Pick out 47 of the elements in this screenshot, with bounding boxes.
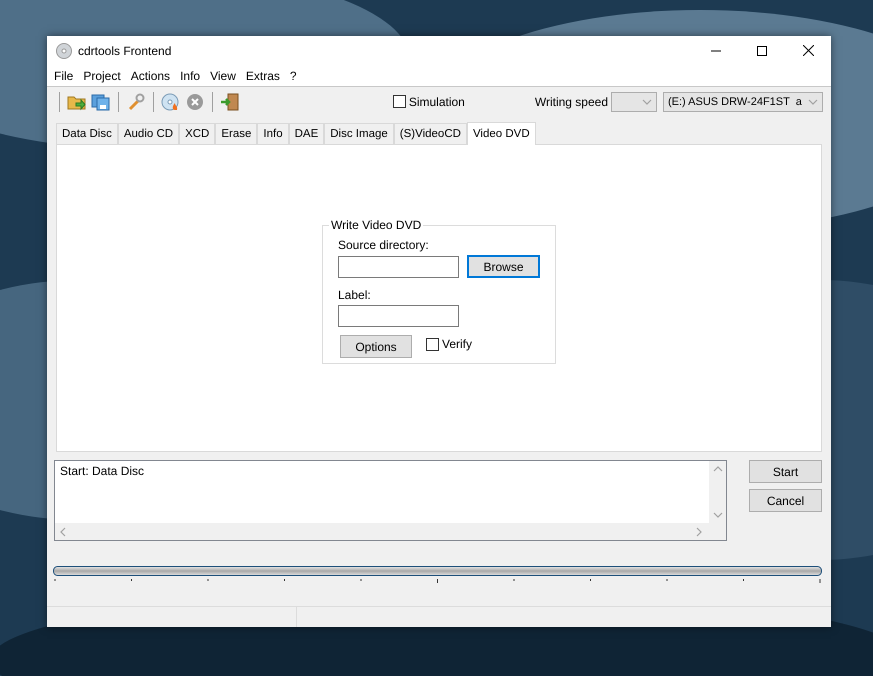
browse-button[interactable]: Browse <box>467 255 540 278</box>
label-label: Label: <box>338 288 372 302</box>
scroll-right-icon[interactable] <box>694 526 704 536</box>
tab[interactable]: Info <box>257 123 289 144</box>
menu-item[interactable]: Extras <box>240 68 285 82</box>
maximize-icon[interactable] <box>757 46 767 56</box>
label-field[interactable] <box>338 305 459 327</box>
close-icon[interactable] <box>802 45 814 56</box>
disc-icon <box>56 42 72 58</box>
menu-item[interactable]: Project <box>78 68 126 82</box>
save-icon[interactable] <box>91 92 111 110</box>
tab[interactable]: Data Disc <box>56 123 118 144</box>
caret-icon[interactable] <box>808 96 818 106</box>
drive-dropdown[interactable]: (E:) ASUS DRW-24F1ST a <box>663 92 823 112</box>
tab[interactable]: DAE <box>288 123 324 144</box>
tab[interactable]: Video DVD <box>466 122 536 145</box>
menu-item[interactable]: ? <box>284 68 302 82</box>
disc-burn-icon[interactable] <box>161 92 181 110</box>
verify-checkbox[interactable]: Verify <box>426 337 472 351</box>
wrench-icon[interactable] <box>126 92 146 110</box>
source-label: Source directory: <box>338 238 430 252</box>
scroll-down-icon[interactable] <box>712 510 722 520</box>
tab[interactable]: (S)VideoCD <box>394 123 467 144</box>
tab[interactable]: Erase <box>215 123 258 144</box>
menu-item[interactable]: Actions <box>126 68 176 82</box>
action-button[interactable]: Start <box>749 460 822 483</box>
exit-door-icon[interactable] <box>220 92 240 110</box>
cancel-icon[interactable] <box>185 92 205 110</box>
log-line: Start: Data Disc <box>60 464 146 478</box>
tab[interactable]: XCD <box>179 123 216 144</box>
writing-speed-label: Writing speed <box>534 94 608 108</box>
simulation-checkbox[interactable]: Simulation <box>392 94 465 108</box>
tab[interactable]: Audio CD <box>118 123 180 144</box>
menu-item[interactable]: Info <box>175 68 206 82</box>
menu-item[interactable]: View <box>205 68 241 82</box>
slider-track[interactable] <box>53 566 823 584</box>
options-button[interactable]: Options <box>340 335 412 358</box>
tab[interactable]: Disc Image <box>324 123 394 144</box>
speed-dropdown[interactable] <box>611 92 657 112</box>
scroll-up-icon[interactable] <box>712 464 722 474</box>
caret-icon[interactable] <box>642 96 652 106</box>
window-title: cdrtools Frontend <box>78 44 172 58</box>
action-button[interactable]: Cancel <box>749 489 822 512</box>
group-title: Write Video DVD <box>330 218 422 232</box>
source-field[interactable] <box>338 256 459 278</box>
scroll-left-icon[interactable] <box>58 526 68 536</box>
menu-item[interactable]: File <box>49 68 78 82</box>
